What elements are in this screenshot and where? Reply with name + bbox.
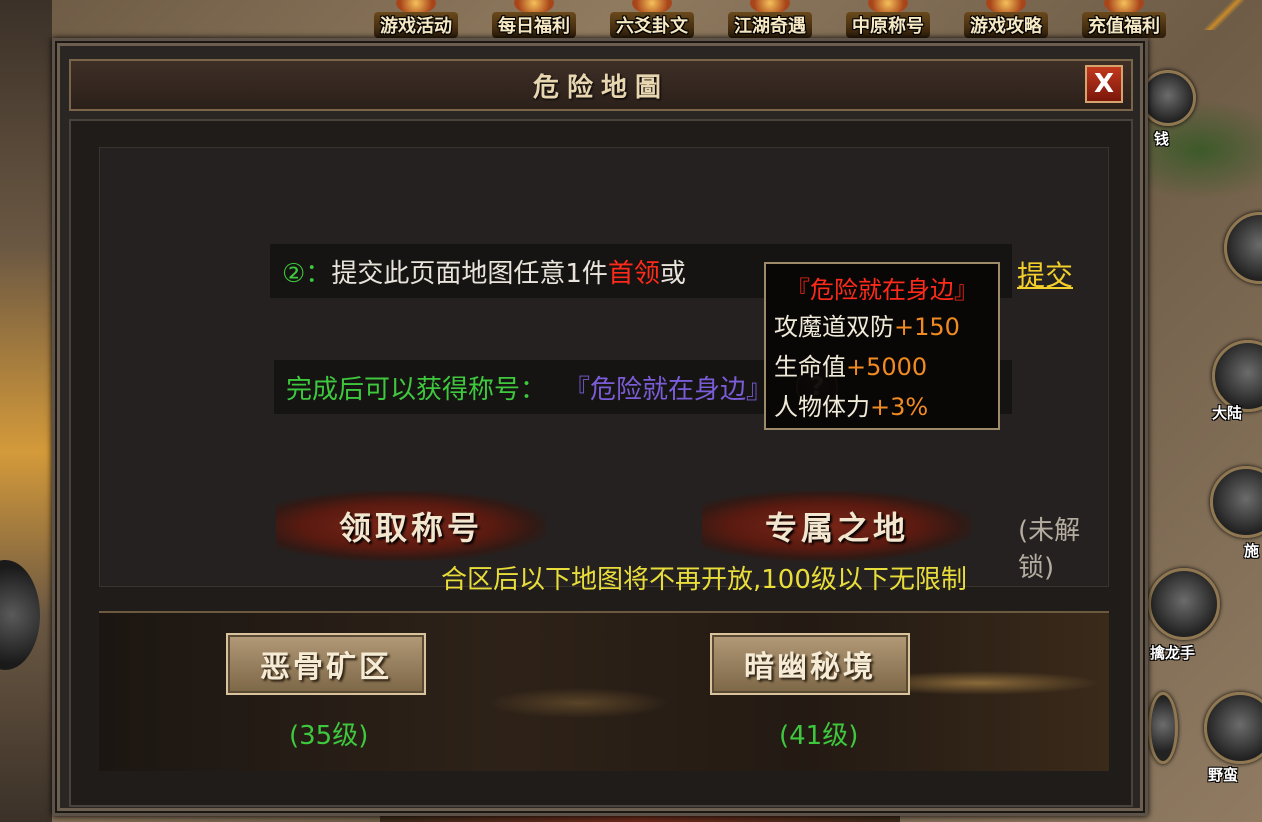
- top-menu-label: 充值福利: [1082, 12, 1166, 38]
- locked-status: (未解锁): [1018, 516, 1081, 583]
- top-menu-label: 每日福利: [492, 12, 576, 38]
- task-panel: ②： 提交此页面地图任意1件 首领 或 提交 完成后可以获得称号： 『危险就在身…: [99, 147, 1109, 587]
- stat-name: 生命值: [774, 353, 846, 381]
- top-menu-daily-welfare[interactable]: 每日福利: [478, 0, 590, 38]
- map-level: (41级): [779, 721, 859, 751]
- close-icon: X: [1093, 69, 1115, 99]
- top-menu-adventure[interactable]: 江湖奇遇: [714, 0, 826, 38]
- top-menu-label: 江湖奇遇: [728, 12, 812, 38]
- reward-prefix: 完成后可以获得称号：: [286, 374, 547, 405]
- dragon-hand-icon[interactable]: [1148, 568, 1220, 640]
- map-name: 恶骨矿区: [260, 650, 392, 685]
- top-menu-guide[interactable]: 游戏攻略: [950, 0, 1062, 38]
- task-number: ②：: [282, 258, 332, 289]
- tooltip-stat: 人物体力+3%: [774, 387, 990, 427]
- title-tooltip: 『危险就在身边』 攻魔道双防+150 生命值+5000 人物体力+3%: [764, 262, 1000, 430]
- dialog-title: 危险地圖: [532, 72, 669, 103]
- top-menu-recharge[interactable]: 充值福利: [1068, 0, 1180, 38]
- tooltip-stat: 生命值+5000: [774, 347, 990, 387]
- claim-title-button[interactable]: 领取称号: [276, 491, 546, 561]
- exclusive-land-label: 专属之地: [764, 509, 909, 547]
- corner-ornament: [1204, 0, 1244, 30]
- top-menu-title[interactable]: 中原称号: [832, 0, 944, 38]
- stat-name: 攻魔道双防: [774, 313, 894, 341]
- claim-title-label: 领取称号: [338, 509, 483, 547]
- map-level: (35级): [289, 721, 369, 751]
- danger-map-dialog: 危险地圖 X ②： 提交此页面地图任意1件 首领 或 提交 完成后可以获得称号：…: [52, 38, 1148, 816]
- top-menu-hexagram[interactable]: 六爻卦文: [596, 0, 708, 38]
- dialog-title-bar: 危险地圖 X: [69, 59, 1133, 111]
- top-menu-label: 六爻卦文: [610, 12, 694, 38]
- stat-name: 人物体力: [774, 393, 870, 421]
- map-button-dark-secret-realm[interactable]: 暗幽秘境: [710, 633, 910, 695]
- side-label-continent: 大陆: [1212, 404, 1243, 422]
- side-label-wild: 野蛮: [1208, 766, 1239, 784]
- side-label-dragon-hand: 擒龙手: [1150, 644, 1196, 662]
- side-label-money: 钱: [1154, 130, 1170, 148]
- stat-value: +150: [894, 313, 960, 341]
- map-button-evil-bone-mine[interactable]: 恶骨矿区: [226, 633, 426, 695]
- top-menu-label: 游戏攻略: [964, 12, 1048, 38]
- exclusive-land-button[interactable]: 专属之地: [702, 491, 972, 561]
- top-menu-activities[interactable]: 游戏活动: [360, 0, 472, 38]
- side-partial-icon[interactable]: [1148, 692, 1178, 764]
- tooltip-stat: 攻魔道双防+150: [774, 307, 990, 347]
- top-menu-label: 中原称号: [846, 12, 930, 38]
- map-selection-strip: 恶骨矿区 (35级) 暗幽秘境 (41级): [99, 611, 1109, 771]
- submit-link[interactable]: 提交: [1017, 254, 1073, 294]
- side-label-skill: 施: [1244, 542, 1260, 560]
- close-button[interactable]: X: [1085, 65, 1123, 103]
- map-name: 暗幽秘境: [744, 650, 876, 685]
- task-text-after: 或: [659, 258, 686, 289]
- top-event-bar: 游戏活动 每日福利 六爻卦文 江湖奇遇 中原称号 游戏攻略 充值福利: [360, 0, 1190, 40]
- merge-notice: 合区后以下地图将不再开放,100级以下无限制: [441, 565, 967, 595]
- top-menu-label: 游戏活动: [374, 12, 458, 38]
- reward-title-name: 『危险就在身边』: [564, 374, 773, 405]
- left-scene-edge: [0, 0, 52, 822]
- task-highlight: 首领: [607, 258, 660, 289]
- tooltip-title: 『危险就在身边』: [786, 276, 978, 304]
- task-text: 提交此页面地图任意1件: [331, 258, 608, 289]
- stat-value: +5000: [846, 353, 928, 381]
- money-icon[interactable]: [1140, 70, 1196, 126]
- dialog-body: ②： 提交此页面地图任意1件 首领 或 提交 完成后可以获得称号： 『危险就在身…: [69, 119, 1133, 807]
- stat-value: +3%: [870, 393, 929, 421]
